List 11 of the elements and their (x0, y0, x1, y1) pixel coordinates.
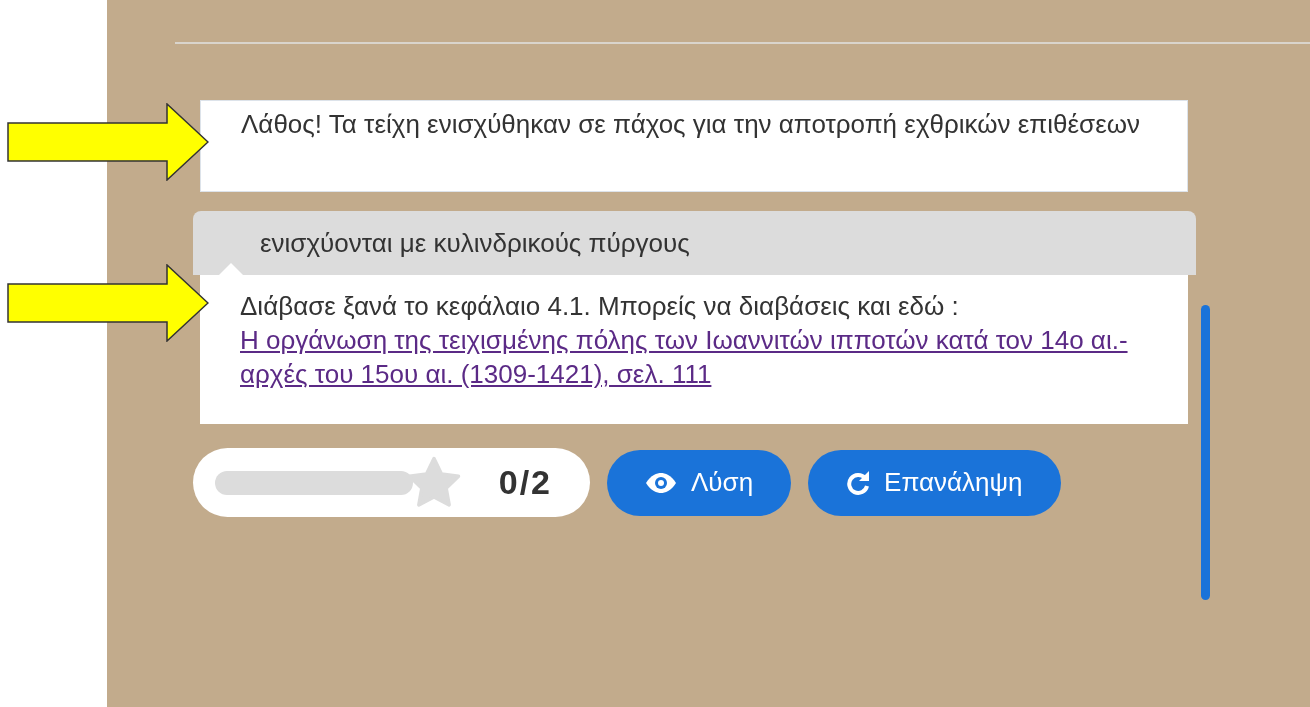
eye-icon (645, 471, 677, 494)
solution-button[interactable]: Λύση (607, 449, 792, 516)
chosen-answer: ενισχύονται με κυλινδρικούς πύργους (260, 226, 690, 260)
feedback-message: Λάθος! Τα τείχη ενισχύθηκαν σε πάχος για την αποτροπή εχθρικών επιθέσεων (200, 100, 1188, 192)
retry-button[interactable]: Επανάληψη (808, 449, 1061, 516)
arrow-icon (7, 103, 209, 181)
chapter-link[interactable]: Η οργάνωση της τειχισμένης πόλης των Ιωαννιτών ιπποτών κατά τον 14ο αι.- αρχές του 15ου αι. (1309-1421), σελ. 111 (240, 323, 1158, 391)
hint-text: Διάβασε ξανά το κεφάλαιο 4.1. Μπορείς να διαβάσεις και εδώ : (240, 290, 960, 323)
refresh-icon (846, 469, 871, 496)
score-text: 0/2 (498, 462, 552, 503)
arrow-icon (7, 264, 209, 342)
